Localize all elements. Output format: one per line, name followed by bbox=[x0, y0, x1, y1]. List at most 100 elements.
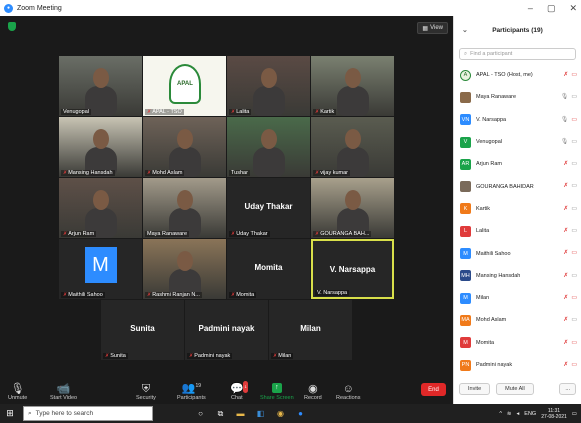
invite-button[interactable]: Invite bbox=[459, 383, 491, 395]
participant-row[interactable]: A APAL - TSO (Host, me) ✗ ▭ bbox=[454, 64, 581, 86]
tile-name-text: Milan bbox=[278, 353, 292, 359]
tile-name-label: ✗GOURANGA BAH... bbox=[313, 231, 372, 237]
tray-up-arrow-icon[interactable]: ^ bbox=[499, 411, 502, 417]
video-tile[interactable]: ✗Mansing Hansdah bbox=[59, 117, 142, 177]
participant-status-icons: ✗ ▭ bbox=[563, 361, 577, 368]
tile-name-text: Venugopal bbox=[63, 109, 89, 115]
participant-row[interactable]: Maya Ranaware 🎙 ▭ bbox=[454, 86, 581, 108]
participant-video bbox=[227, 56, 310, 116]
close-icon[interactable]: ✕ bbox=[569, 3, 577, 14]
video-tile[interactable]: ✗Mohd Aslam bbox=[143, 117, 226, 177]
tile-name-label: ✗Mohd Aslam bbox=[145, 170, 185, 176]
tile-name-text: Arjun Ram bbox=[68, 231, 95, 237]
participant-row[interactable]: K Kartik ✗ ▭ bbox=[454, 198, 581, 220]
video-tile[interactable]: ✗Kartik bbox=[311, 56, 394, 116]
participant-row[interactable]: VN V. Narsappa 🎙 ▭ bbox=[454, 109, 581, 131]
participant-video bbox=[311, 178, 394, 238]
maximize-icon[interactable]: ▢ bbox=[547, 3, 556, 14]
tile-display-name: Milan bbox=[300, 324, 321, 333]
participant-avatar: K bbox=[460, 203, 471, 215]
video-tile[interactable]: Venugopal bbox=[59, 56, 142, 116]
mute-all-button[interactable]: Mute All bbox=[496, 383, 534, 395]
title-bar: ● Zoom Meeting – ▢ ✕ bbox=[0, 0, 581, 16]
zoom-taskbar-icon[interactable]: ● bbox=[295, 408, 306, 419]
muted-mic-icon: ✗ bbox=[147, 109, 152, 115]
chat-button[interactable]: 💬 1 Chat bbox=[230, 381, 248, 401]
participant-search-input[interactable]: ⌕ Find a participant bbox=[459, 48, 576, 60]
file-explorer-icon[interactable]: ▬ bbox=[235, 408, 246, 419]
video-tile[interactable]: ✗Arjun Ram bbox=[59, 178, 142, 238]
video-tile[interactable]: Sunita ✗Sunita bbox=[101, 300, 184, 360]
video-tile[interactable]: Padmini nayak ✗Padmini nayak bbox=[185, 300, 268, 360]
muted-mic-icon: ✗ bbox=[231, 109, 236, 115]
system-tray: ^ ≋ ◂ ENG 11:31 27-08-2021 ▭ bbox=[499, 404, 577, 423]
participant-avatar: V bbox=[460, 136, 471, 148]
tile-name-label: Venugopal bbox=[61, 109, 91, 115]
task-view-icon[interactable]: ⧉ bbox=[215, 408, 226, 419]
end-meeting-button[interactable]: End bbox=[421, 383, 446, 396]
microphone-muted-icon: ✗ bbox=[563, 339, 569, 346]
video-tile[interactable]: Milan ✗Milan bbox=[269, 300, 352, 360]
video-tile[interactable]: ✗Lalita bbox=[227, 56, 310, 116]
participant-row[interactable]: M Momita ✗ ▭ bbox=[454, 332, 581, 354]
participant-row[interactable]: MA Mohd Aslam ✗ ▭ bbox=[454, 309, 581, 331]
participant-row[interactable]: PN Padmini nayak ✗ ▭ bbox=[454, 354, 581, 376]
participant-avatar: MH bbox=[460, 270, 471, 282]
cortana-icon[interactable]: ○ bbox=[195, 408, 206, 419]
view-button[interactable]: ▦ View bbox=[417, 22, 448, 34]
participants-button[interactable]: 👥19 Participants bbox=[177, 380, 206, 401]
microphone-icon: 🎙 bbox=[560, 116, 569, 123]
language-indicator[interactable]: ENG bbox=[524, 411, 536, 417]
participant-row[interactable]: V Venugopal 🎙 ▭ bbox=[454, 131, 581, 153]
participant-row[interactable]: L Lalita ✗ ▭ bbox=[454, 220, 581, 242]
video-tile[interactable]: V. Narsappa V. Narsappa bbox=[311, 239, 394, 299]
windows-start-icon[interactable]: ⊞ bbox=[3, 404, 17, 423]
start-video-button[interactable]: 📹 Start Video bbox=[50, 383, 77, 401]
reactions-button[interactable]: ☺ Reactions bbox=[336, 383, 360, 401]
store-icon[interactable]: ◧ bbox=[255, 408, 266, 419]
muted-mic-icon: ✗ bbox=[147, 170, 152, 176]
video-tile[interactable]: Tushar bbox=[227, 117, 310, 177]
participant-row[interactable]: AR Arjun Ram ✗ ▭ bbox=[454, 153, 581, 175]
taskbar-search-input[interactable]: ⌕ Type here to search bbox=[23, 406, 153, 421]
muted-mic-icon: ✗ bbox=[315, 109, 320, 115]
participant-avatar: VN bbox=[460, 114, 471, 126]
video-tile[interactable]: Maya Ranaware bbox=[143, 178, 226, 238]
notification-icon[interactable]: ▭ bbox=[572, 411, 577, 417]
video-tile[interactable]: APAL ✗APAL - TSO bbox=[143, 56, 226, 116]
participant-row[interactable]: GOURANGA BAHIDAR ✗ ▭ bbox=[454, 175, 581, 197]
wifi-icon[interactable]: ≋ bbox=[507, 411, 512, 417]
video-icon: ▭ bbox=[571, 161, 577, 168]
more-options-button[interactable]: ... bbox=[559, 383, 576, 395]
video-icon: ▭ bbox=[571, 183, 577, 190]
video-tile[interactable]: ✗Rashmi Ranjan N... bbox=[143, 239, 226, 299]
video-tile[interactable]: ✗vijay kumar bbox=[311, 117, 394, 177]
participant-row[interactable]: M Milan ✗ ▭ bbox=[454, 287, 581, 309]
clock[interactable]: 11:31 27-08-2021 bbox=[541, 408, 567, 420]
volume-icon[interactable]: ◂ bbox=[517, 411, 520, 417]
participant-row[interactable]: M Maithili Sahoo ✗ ▭ bbox=[454, 242, 581, 264]
share-screen-button[interactable]: ↑ Share Screen bbox=[260, 383, 294, 401]
video-tile[interactable]: Uday Thakar ✗Uday Thakar bbox=[227, 178, 310, 238]
participant-avatar bbox=[460, 91, 471, 103]
minimize-icon[interactable]: – bbox=[528, 3, 533, 13]
video-tile[interactable]: Momita ✗Momita bbox=[227, 239, 310, 299]
chrome-icon[interactable]: ◉ bbox=[275, 408, 286, 419]
participant-name: Kartik bbox=[476, 205, 491, 212]
participant-row[interactable]: MH Mansing Hansdah ✗ ▭ bbox=[454, 265, 581, 287]
video-off-icon: 📹 bbox=[56, 383, 71, 395]
zoom-app-icon: ● bbox=[4, 3, 13, 13]
unmute-button[interactable]: 🎙 Unmute bbox=[8, 383, 27, 401]
video-off-icon: ▭ bbox=[571, 250, 577, 257]
participant-video bbox=[143, 178, 226, 238]
tile-name-label: ✗Rashmi Ranjan N... bbox=[145, 292, 202, 298]
video-tile[interactable]: M ✗Maithili Sahoo bbox=[59, 239, 142, 299]
search-icon: ⌕ bbox=[464, 50, 468, 57]
video-tile[interactable]: ✗GOURANGA BAH... bbox=[311, 178, 394, 238]
muted-mic-icon: ✗ bbox=[231, 292, 236, 298]
participant-name: Maya Ranaware bbox=[476, 94, 517, 101]
tile-name-text: V. Narsappa bbox=[317, 290, 348, 296]
chevron-down-icon[interactable]: ⌄ bbox=[462, 26, 468, 34]
security-button[interactable]: ⛨ Security bbox=[136, 383, 156, 401]
record-button[interactable]: ◉ Record bbox=[304, 383, 322, 401]
